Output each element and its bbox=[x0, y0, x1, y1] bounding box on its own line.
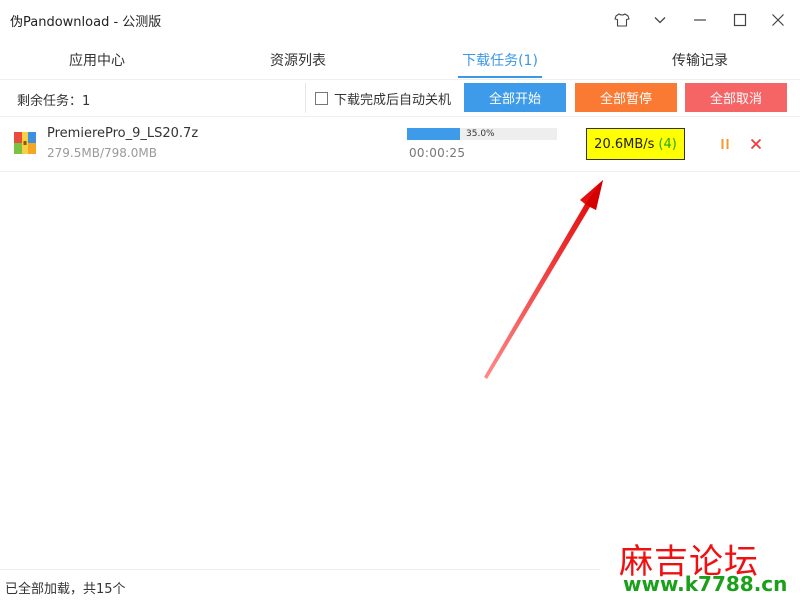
tab-app-center[interactable]: 应用中心 bbox=[0, 40, 194, 80]
toolbar-divider bbox=[305, 83, 306, 113]
tab-download-tasks[interactable]: 下载任务(1) bbox=[400, 40, 600, 80]
file-size: 279.5MB/798.0MB bbox=[47, 146, 157, 160]
skin-button[interactable] bbox=[602, 6, 642, 34]
thread-count: (4) bbox=[658, 136, 677, 152]
pause-icon bbox=[721, 139, 729, 149]
maximize-icon bbox=[733, 13, 747, 27]
download-toolbar: 剩余任务：1 下载完成后自动关机 全部开始 全部暂停 全部取消 bbox=[0, 81, 800, 117]
close-icon bbox=[750, 138, 762, 150]
cancel-task-button[interactable] bbox=[747, 135, 765, 153]
window-title: 伪Pandownload - 公测版 bbox=[10, 15, 162, 30]
remaining-tasks: 剩余任务：1 bbox=[17, 94, 91, 109]
tshirt-icon bbox=[614, 13, 630, 27]
watermark-url: www.k7788.cn bbox=[623, 572, 788, 596]
tab-bar: 应用中心 资源列表 下载任务(1) 传输记录 bbox=[0, 40, 800, 80]
minimize-button[interactable] bbox=[680, 6, 720, 34]
pause-task-button[interactable] bbox=[717, 135, 733, 153]
tab-resource-list[interactable]: 资源列表 bbox=[200, 40, 396, 80]
cancel-all-button[interactable]: 全部取消 bbox=[685, 83, 787, 112]
elapsed-time: 00:00:25 bbox=[409, 146, 466, 160]
download-speed: 20.6MB/s (4) bbox=[586, 128, 685, 160]
close-icon bbox=[772, 14, 784, 26]
pause-all-button[interactable]: 全部暂停 bbox=[575, 83, 677, 112]
active-tab-indicator bbox=[458, 76, 542, 78]
title-bar: 伪Pandownload - 公测版 bbox=[0, 0, 800, 40]
progress-percent: 35.0% bbox=[466, 129, 495, 139]
tab-transfer-records[interactable]: 传输记录 bbox=[602, 40, 798, 80]
maximize-button[interactable] bbox=[720, 6, 760, 34]
progress-bar: 35.0% bbox=[407, 128, 557, 140]
auto-shutdown-checkbox[interactable] bbox=[315, 92, 328, 105]
status-bar: 已全部加载，共15个 bbox=[0, 569, 600, 600]
file-name: PremierePro_9_LS20.7z bbox=[47, 126, 199, 141]
progress-fill bbox=[407, 128, 460, 140]
speed-value: 20.6MB/s bbox=[594, 136, 655, 152]
archive-icon bbox=[14, 132, 36, 154]
chevron-down-icon bbox=[654, 17, 666, 24]
minimize-icon bbox=[694, 19, 706, 21]
status-text: 已全部加载，共15个 bbox=[5, 582, 126, 597]
start-all-button[interactable]: 全部开始 bbox=[464, 83, 566, 112]
menu-button[interactable] bbox=[640, 6, 680, 34]
close-button[interactable] bbox=[758, 6, 798, 34]
auto-shutdown-option[interactable]: 下载完成后自动关机 bbox=[315, 89, 451, 108]
auto-shutdown-label: 下载完成后自动关机 bbox=[334, 93, 452, 108]
